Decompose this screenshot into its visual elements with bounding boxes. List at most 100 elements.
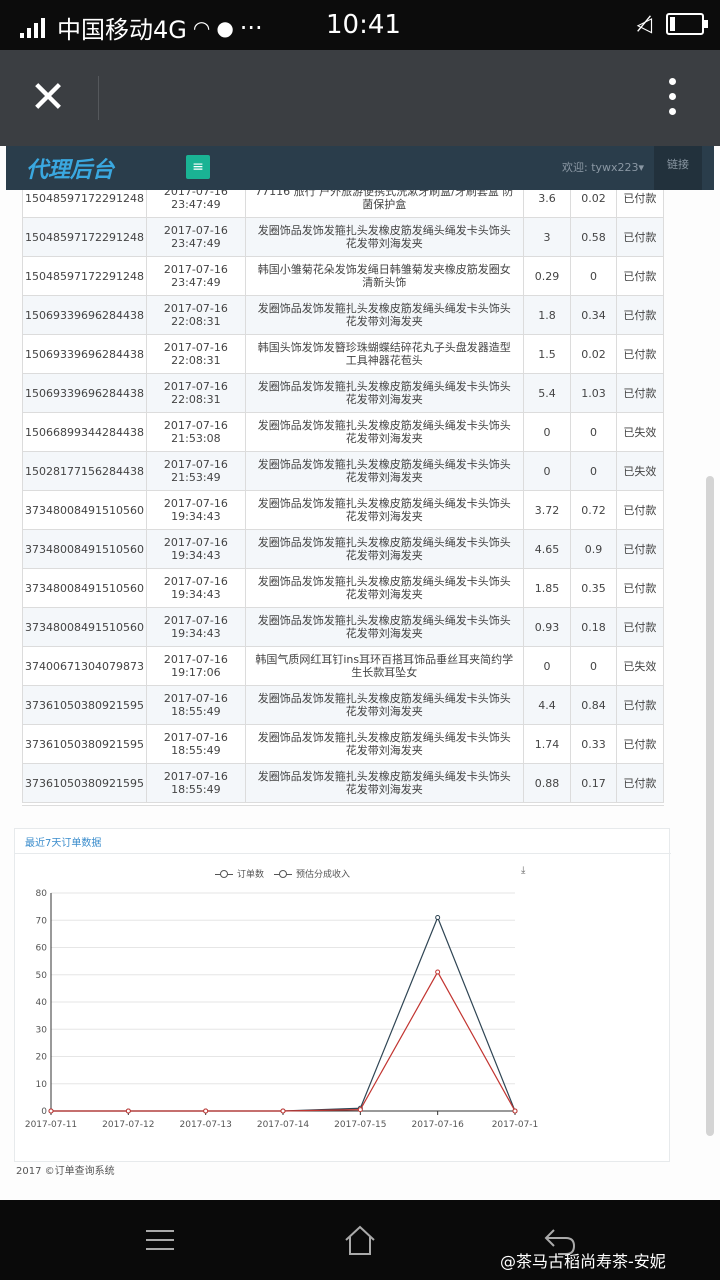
x-tick-label: 2017-07-13 bbox=[180, 1120, 232, 1130]
table-row: 15048597172291248 2017-07-16 23:47:49 77116… bbox=[22, 190, 664, 218]
order-id-cell: 37361050380921595 bbox=[22, 763, 147, 803]
order-date: 2017-07-16 bbox=[163, 653, 228, 666]
commission-cell: 0.84 bbox=[570, 685, 617, 725]
x-tick-label: 2017-07-15 bbox=[334, 1120, 386, 1130]
download-icon[interactable]: ⤓ bbox=[521, 865, 533, 877]
status-cell: 已付款 bbox=[615, 685, 664, 725]
amount-cell: 0.88 bbox=[522, 763, 572, 803]
y-tick-label: 80 bbox=[36, 889, 48, 899]
menu-toggle-button[interactable]: ≡ bbox=[186, 155, 210, 179]
order-time: 19:34:43 bbox=[171, 588, 221, 601]
order-time: 18:55:49 bbox=[171, 744, 221, 757]
order-id-cell: 15069339696284438 bbox=[22, 334, 147, 374]
more-vertical-icon[interactable] bbox=[664, 78, 680, 118]
amount-cell: 4.4 bbox=[522, 685, 572, 725]
product-name-cell: 发圈饰品发饰发箍扎头发橡皮筋发绳头绳发卡头饰头花发带刘海发夹 bbox=[244, 412, 524, 452]
carrier-label: 中国移动4G bbox=[57, 16, 187, 44]
order-date: 2017-07-16 bbox=[163, 190, 228, 198]
amount-cell: 4.65 bbox=[522, 529, 572, 569]
menu-icon[interactable] bbox=[140, 1220, 180, 1260]
home-icon[interactable] bbox=[340, 1220, 380, 1260]
brand-logo[interactable]: 代理后台 bbox=[26, 152, 114, 184]
order-date: 2017-07-16 bbox=[163, 380, 228, 393]
order-time: 18:55:49 bbox=[171, 705, 221, 718]
order-time-cell: 2017-07-16 23:47:49 bbox=[145, 217, 246, 257]
order-time: 23:47:49 bbox=[171, 198, 221, 211]
commission-cell: 0 bbox=[570, 412, 617, 452]
table-row: 15048597172291248 2017-07-16 23:47:49 发圈饰品发… bbox=[22, 217, 664, 257]
y-tick-label: 40 bbox=[36, 998, 48, 1008]
product-name-cell: 发圈饰品发饰发箍扎头发橡皮筋发绳头绳发卡头饰头花发带刘海发夹 bbox=[244, 568, 524, 608]
table-row: 37361050380921595 2017-07-16 18:55:49 发圈饰品发… bbox=[22, 763, 664, 803]
order-time-cell: 2017-07-16 22:08:31 bbox=[145, 295, 246, 335]
amount-cell: 0 bbox=[522, 412, 572, 452]
panel-divider bbox=[15, 853, 671, 854]
amount-cell: 0.93 bbox=[522, 607, 572, 647]
data-point bbox=[203, 1108, 209, 1114]
commission-cell: 0.02 bbox=[570, 190, 617, 218]
series-line-1 bbox=[51, 970, 516, 1112]
commission-cell: 0.02 bbox=[570, 334, 617, 374]
order-time: 19:34:43 bbox=[171, 549, 221, 562]
x-tick-label: 2017-07-12 bbox=[102, 1120, 154, 1130]
status-left: 中国移动4G ◠ ● ··· bbox=[20, 10, 263, 45]
order-id-cell: 37348008491510560 bbox=[22, 607, 147, 647]
order-id-cell: 15048597172291248 bbox=[22, 256, 147, 296]
order-id-cell: 15066899344284438 bbox=[22, 412, 147, 452]
chart-panel: 最近7天订单数据 订单数 预估分成收入 ⤓ 0 10 20 30 40 50 60 70 80 2… bbox=[14, 828, 671, 1162]
status-cell: 已付款 bbox=[615, 490, 664, 530]
data-point bbox=[435, 915, 441, 921]
table-row: 15048597172291248 2017-07-16 23:47:49 韩国小雏菊… bbox=[22, 256, 664, 296]
user-dropdown[interactable]: 欢迎: tywx223▾ bbox=[562, 159, 644, 175]
status-cell: 已付款 bbox=[615, 217, 664, 257]
close-icon[interactable]: ✕ bbox=[28, 76, 68, 120]
data-point bbox=[435, 969, 441, 975]
y-tick-label: 60 bbox=[36, 944, 48, 954]
order-time-cell: 2017-07-16 22:08:31 bbox=[145, 373, 246, 413]
product-name-cell: 发圈饰品发饰发箍扎头发橡皮筋发绳头绳发卡头饰头花发带刘海发夹 bbox=[244, 529, 524, 569]
amount-cell: 0.29 bbox=[522, 256, 572, 296]
order-id-cell: 15028177156284438 bbox=[22, 451, 147, 491]
table-row: 37348008491510560 2017-07-16 19:34:43 发圈饰品发… bbox=[22, 607, 664, 647]
page-scrollbar[interactable] bbox=[706, 476, 714, 1136]
order-time-cell: 2017-07-16 19:34:43 bbox=[145, 529, 246, 569]
order-date: 2017-07-16 bbox=[163, 731, 228, 744]
webview: 代理后台 ≡ 欢迎: tywx223▾ 链接 15048597172291248… bbox=[0, 146, 720, 1200]
order-time: 23:47:49 bbox=[171, 237, 221, 250]
status-cell: 已付款 bbox=[615, 724, 664, 764]
commission-cell: 0.33 bbox=[570, 724, 617, 764]
order-time: 19:34:43 bbox=[171, 510, 221, 523]
x-tick-label: 2017-07-16 bbox=[412, 1120, 465, 1130]
legend-item-income[interactable]: 预估分成收入 bbox=[274, 867, 350, 880]
mute-icon: ◁̸ bbox=[636, 12, 652, 36]
amount-cell: 1.5 bbox=[522, 334, 572, 374]
amount-cell: 1.85 bbox=[522, 568, 572, 608]
x-tick-label: 2017-07-14 bbox=[257, 1120, 310, 1130]
legend-label: 预估分成收入 bbox=[296, 870, 351, 880]
order-id-cell: 15069339696284438 bbox=[22, 373, 147, 413]
order-time-cell: 2017-07-16 23:47:49 bbox=[145, 256, 246, 296]
data-point bbox=[280, 1108, 286, 1114]
table-row: 37361050380921595 2017-07-16 18:55:49 发圈饰品发… bbox=[22, 724, 664, 764]
order-id-cell: 37348008491510560 bbox=[22, 490, 147, 530]
footer-copyright: 2017 ©订单查询系统 bbox=[16, 1166, 115, 1177]
product-name-cell: 发圈饰品发饰发箍扎头发橡皮筋发绳头绳发卡头饰头花发带刘海发夹 bbox=[244, 724, 524, 764]
commission-cell: 0.18 bbox=[570, 607, 617, 647]
product-name-cell: 发圈饰品发饰发箍扎头发橡皮筋发绳头绳发卡头饰头花发带刘海发夹 bbox=[244, 217, 524, 257]
order-time: 22:08:31 bbox=[171, 393, 221, 406]
order-time: 19:17:06 bbox=[171, 666, 221, 679]
clock: 10:41 bbox=[326, 10, 401, 40]
legend-item-orders[interactable]: 订单数 bbox=[215, 867, 264, 880]
order-time: 21:53:08 bbox=[171, 432, 221, 445]
commission-cell: 0.34 bbox=[570, 295, 617, 335]
status-cell: 已付款 bbox=[615, 763, 664, 803]
order-time-cell: 2017-07-16 19:34:43 bbox=[145, 568, 246, 608]
amount-cell: 1.74 bbox=[522, 724, 572, 764]
order-id-cell: 37361050380921595 bbox=[22, 724, 147, 764]
order-id-cell: 37348008491510560 bbox=[22, 529, 147, 569]
order-time-cell: 2017-07-16 18:55:49 bbox=[145, 724, 246, 764]
order-date: 2017-07-16 bbox=[163, 302, 228, 315]
logout-link[interactable]: 链接 bbox=[654, 146, 702, 190]
status-cell: 已付款 bbox=[615, 256, 664, 296]
signal-icon bbox=[20, 17, 45, 38]
